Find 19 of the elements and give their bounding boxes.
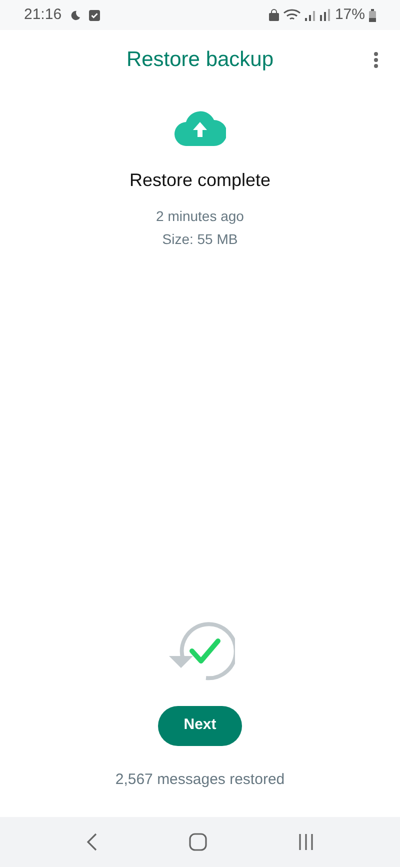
home-icon[interactable]: [188, 833, 207, 851]
back-icon[interactable]: [86, 833, 98, 851]
battery-icon: [369, 8, 376, 22]
status-time: 21:16: [24, 4, 62, 25]
checkbox-icon: [88, 10, 100, 20]
moon-icon: [70, 10, 81, 20]
recent-apps-icon[interactable]: [298, 834, 314, 850]
messages-restored-count: 2,567 messages restored: [115, 770, 285, 790]
cloud-upload-icon: [174, 110, 226, 146]
backup-size: Size: 55 MB: [162, 230, 238, 249]
next-button[interactable]: Next: [158, 706, 242, 746]
restore-status: Restore complete: [129, 169, 271, 192]
more-options-icon: [374, 52, 378, 68]
battery-percent: 17%: [334, 4, 365, 25]
page-title: Restore backup: [126, 47, 274, 74]
lock-icon: [268, 9, 279, 21]
signal-icon: [304, 9, 331, 21]
wifi-icon: [282, 8, 301, 22]
backup-age: 2 minutes ago: [156, 207, 244, 226]
